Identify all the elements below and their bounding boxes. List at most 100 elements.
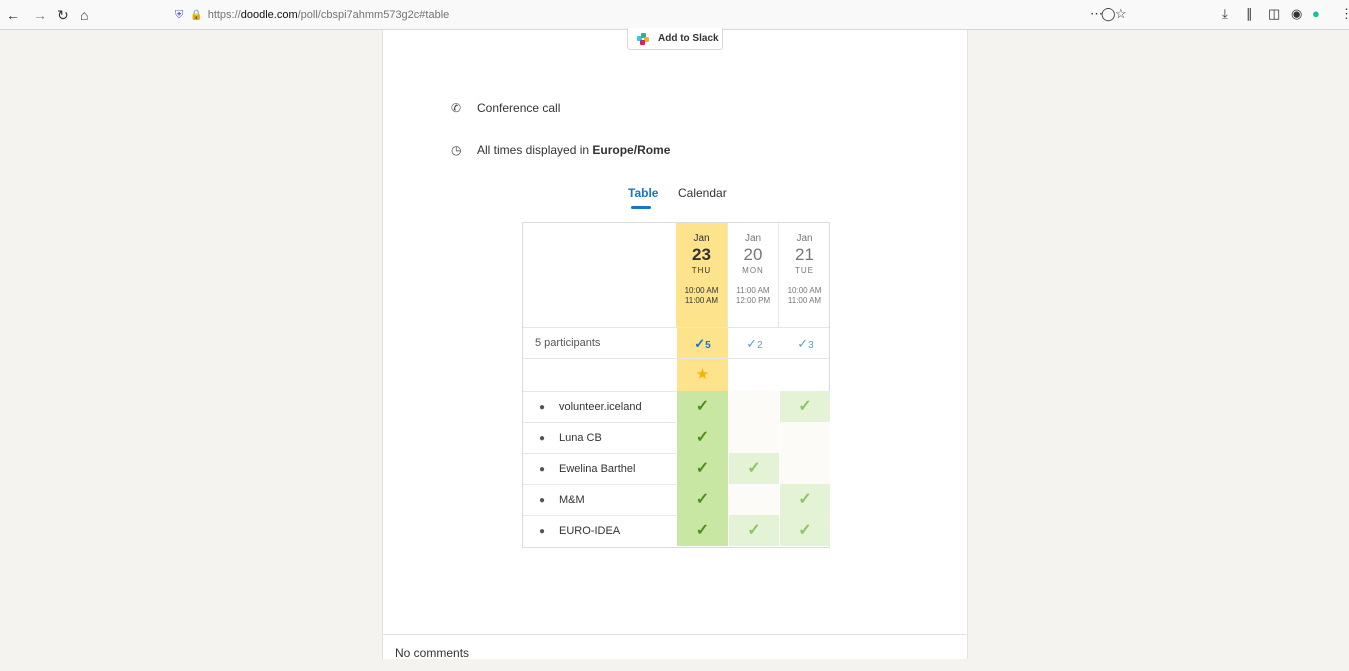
home-icon[interactable]: ⌂ [80, 6, 88, 24]
participant-row: ● M&M ✓ ✓ [523, 484, 830, 516]
lock-icon[interactable]: 🔒 [190, 10, 202, 21]
check-icon: ✓ [695, 398, 710, 415]
option-start: 10:00 AM [684, 286, 719, 295]
option-count: 5 [705, 340, 711, 351]
browser-toolbar: ← → ↻ ⌂ ⛨ 🔒 https://doodle.com/poll/cbspi7… [0, 0, 1349, 30]
vote-cell: ✓ [779, 391, 830, 422]
timezone-row: ◷ All times displayed in Europe/Rome [451, 143, 670, 157]
option-end: 11:00 AM [787, 296, 822, 305]
best-option-row: ★ [523, 358, 829, 391]
view-tabs: Table Calendar [383, 186, 969, 216]
check-icon: ✓ [695, 460, 710, 477]
participant-row: ● Luna CB ✓ [523, 422, 830, 454]
option-end: 12:00 PM [735, 296, 771, 305]
participant-name: M&M [559, 494, 585, 506]
forward-icon[interactable]: → [33, 6, 47, 24]
option-end: 11:00 AM [684, 296, 719, 305]
vote-cell: ✓ [676, 422, 728, 453]
menu-icon[interactable]: ⋮ [1340, 6, 1349, 22]
grammarly-icon[interactable]: ● [1312, 6, 1320, 21]
option-count: 2 [757, 340, 763, 351]
check-icon: ✓ [695, 522, 710, 539]
participant-name-cell: ● EURO-IDEA [523, 516, 676, 547]
user-icon: ● [538, 526, 546, 537]
participant-name-cell: ● Ewelina Barthel [523, 454, 676, 485]
back-icon[interactable]: ← [6, 6, 20, 24]
vote-cell: ✓ [676, 453, 728, 484]
extension-icon[interactable]: ◉ [1291, 6, 1302, 22]
option-day: 20 [743, 245, 763, 264]
participant-name: Luna CB [559, 432, 602, 444]
poll-page: Add to Slack ✆ Conference call ◷ All times… [382, 28, 969, 660]
tab-table[interactable]: Table [628, 186, 658, 200]
check-icon: ✓ [694, 336, 706, 351]
add-to-slack-button[interactable]: Add to Slack [627, 28, 723, 50]
user-icon: ● [538, 495, 546, 506]
option-weekday: MON [742, 266, 764, 275]
count-cell: ✓5 [676, 328, 728, 359]
sidebar-icon[interactable]: ◫ [1268, 6, 1280, 22]
option-month: Jan [796, 233, 813, 244]
check-icon: ✓ [747, 522, 761, 539]
check-icon: ✓ [695, 491, 710, 508]
check-icon: ✓ [746, 336, 758, 351]
check-icon: ✓ [747, 460, 761, 477]
option-header: Jan 23 THU 10:00 AM 11:00 AM [676, 223, 728, 327]
check-icon: ✓ [797, 336, 809, 351]
participants-count-label: 5 participants [535, 337, 601, 349]
vote-cell: ✓ [676, 484, 728, 515]
vote-cell: ✓ [676, 515, 728, 546]
slack-icon [637, 33, 649, 45]
vote-cell [728, 422, 779, 453]
tracking-shield-icon[interactable]: ⛨ [175, 9, 183, 21]
option-month: Jan [693, 233, 710, 244]
timezone-value[interactable]: Europe/Rome [592, 143, 670, 157]
check-icon: ✓ [798, 522, 812, 539]
vote-cell: ✓ [728, 515, 779, 546]
participant-row: ● Ewelina Barthel ✓ ✓ [523, 453, 830, 485]
downloads-icon[interactable]: ⤓ [1222, 6, 1228, 22]
add-to-slack-label: Add to Slack [658, 33, 719, 44]
participant-name-cell: ● Luna CB [523, 423, 676, 454]
vote-cell: ✓ [779, 515, 830, 546]
user-icon: ● [538, 433, 546, 444]
option-header: Jan 21 TUE 10:00 AM 11:00 AM [779, 223, 830, 327]
participant-row: ● EURO-IDEA ✓ ✓ ✓ [523, 515, 830, 547]
pocket-icon[interactable]: ◯ [1101, 6, 1116, 22]
url-bar[interactable]: ⛨ 🔒 https://doodle.com/poll/cbspi7ahmm573g… [175, 4, 1125, 26]
check-icon: ✓ [695, 429, 710, 446]
participant-name: Ewelina Barthel [559, 463, 636, 475]
reload-icon[interactable]: ↻ [57, 6, 69, 24]
option-weekday: TUE [795, 266, 814, 275]
option-month: Jan [744, 233, 762, 244]
user-icon: ● [538, 464, 546, 475]
option-start: 10:00 AM [787, 286, 822, 295]
vote-cell [728, 391, 779, 422]
location-text: Conference call [477, 101, 561, 115]
star-icon: ★ [676, 359, 728, 391]
participant-name-cell: ● M&M [523, 485, 676, 516]
participant-name: EURO-IDEA [559, 525, 621, 537]
option-start: 11:00 AM [736, 286, 770, 295]
option-day: 23 [692, 245, 711, 264]
poll-table: Jan 23 THU 10:00 AM 11:00 AM Jan 20 MON 1… [522, 222, 830, 548]
option-day: 21 [795, 245, 814, 264]
option-count: 3 [808, 340, 814, 351]
tab-calendar[interactable]: Calendar [678, 186, 727, 200]
participant-row: ● volunteer.iceland ✓ ✓ [523, 391, 830, 422]
library-icon[interactable]: ∥ [1246, 6, 1253, 22]
comments-section: No comments [383, 634, 967, 671]
option-header: Jan 20 MON 11:00 AM 12:00 PM [728, 223, 779, 327]
url-domain: doodle.com [240, 9, 298, 21]
check-icon: ✓ [798, 491, 812, 508]
location-row: ✆ Conference call [451, 101, 560, 115]
count-cell: ✓2 [728, 328, 780, 359]
count-cell: ✓3 [779, 328, 831, 359]
vote-cell: ✓ [728, 453, 779, 484]
vote-cell: ✓ [779, 484, 830, 515]
active-tab-indicator [631, 206, 651, 209]
participants-count-row: 5 participants ✓5 ✓2 ✓3 [523, 327, 831, 359]
bookmark-star-icon[interactable]: ☆ [1115, 6, 1127, 22]
url-path: /poll/cbspi7ahmm573g2c#table [297, 9, 450, 21]
check-icon: ✓ [798, 398, 812, 415]
